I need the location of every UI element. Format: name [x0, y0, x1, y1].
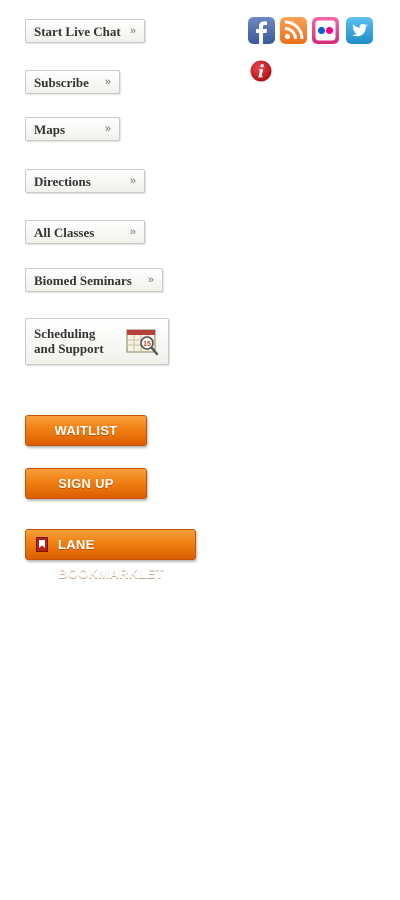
- chevron-right-icon: »: [147, 274, 154, 286]
- scheduling-label-line2: and Support: [34, 341, 104, 356]
- directions-label: Directions: [34, 174, 91, 189]
- maps-label: Maps: [34, 122, 66, 137]
- chevron-right-icon: »: [104, 76, 111, 88]
- facebook-icon[interactable]: [248, 17, 275, 44]
- biomed-seminars-label: Biomed Seminars: [34, 273, 132, 288]
- chevron-right-icon: »: [129, 25, 136, 37]
- sign-up-button[interactable]: SIGN UP: [25, 468, 147, 499]
- all-classes-button[interactable]: All Classes »: [25, 220, 145, 244]
- lane-bookmarklet-label: LANE BOOKMARKLET: [58, 537, 164, 581]
- subscribe-button[interactable]: Subscribe »: [25, 70, 120, 94]
- bookmark-icon: [36, 537, 48, 552]
- chevron-right-icon: »: [104, 123, 111, 135]
- rss-icon[interactable]: [280, 17, 307, 44]
- chevron-right-icon: »: [129, 226, 136, 238]
- scheduling-support-label: Scheduling and Support: [34, 326, 124, 356]
- info-icon[interactable]: [250, 60, 272, 82]
- start-live-chat-button[interactable]: Start Live Chat »: [25, 19, 145, 43]
- calendar-magnifier-icon: 15: [126, 329, 159, 356]
- directions-button[interactable]: Directions »: [25, 169, 145, 193]
- start-live-chat-label: Start Live Chat: [34, 24, 121, 39]
- scheduling-support-button[interactable]: Scheduling and Support 15: [25, 318, 169, 365]
- subscribe-label: Subscribe: [34, 75, 89, 90]
- flickr-icon[interactable]: [312, 17, 339, 44]
- lane-bookmarklet-button[interactable]: LANE BOOKMARKLET: [25, 529, 196, 581]
- waitlist-label: WAITLIST: [54, 423, 118, 438]
- all-classes-label: All Classes: [34, 225, 95, 240]
- chevron-right-icon: »: [129, 175, 136, 187]
- twitter-icon[interactable]: [346, 17, 373, 44]
- sign-up-label: SIGN UP: [58, 476, 114, 491]
- waitlist-button[interactable]: WAITLIST: [25, 415, 147, 446]
- svg-text:15: 15: [143, 341, 151, 348]
- scheduling-label-line1: Scheduling: [34, 326, 96, 341]
- biomed-seminars-button[interactable]: Biomed Seminars »: [25, 268, 163, 292]
- maps-button[interactable]: Maps »: [25, 117, 120, 141]
